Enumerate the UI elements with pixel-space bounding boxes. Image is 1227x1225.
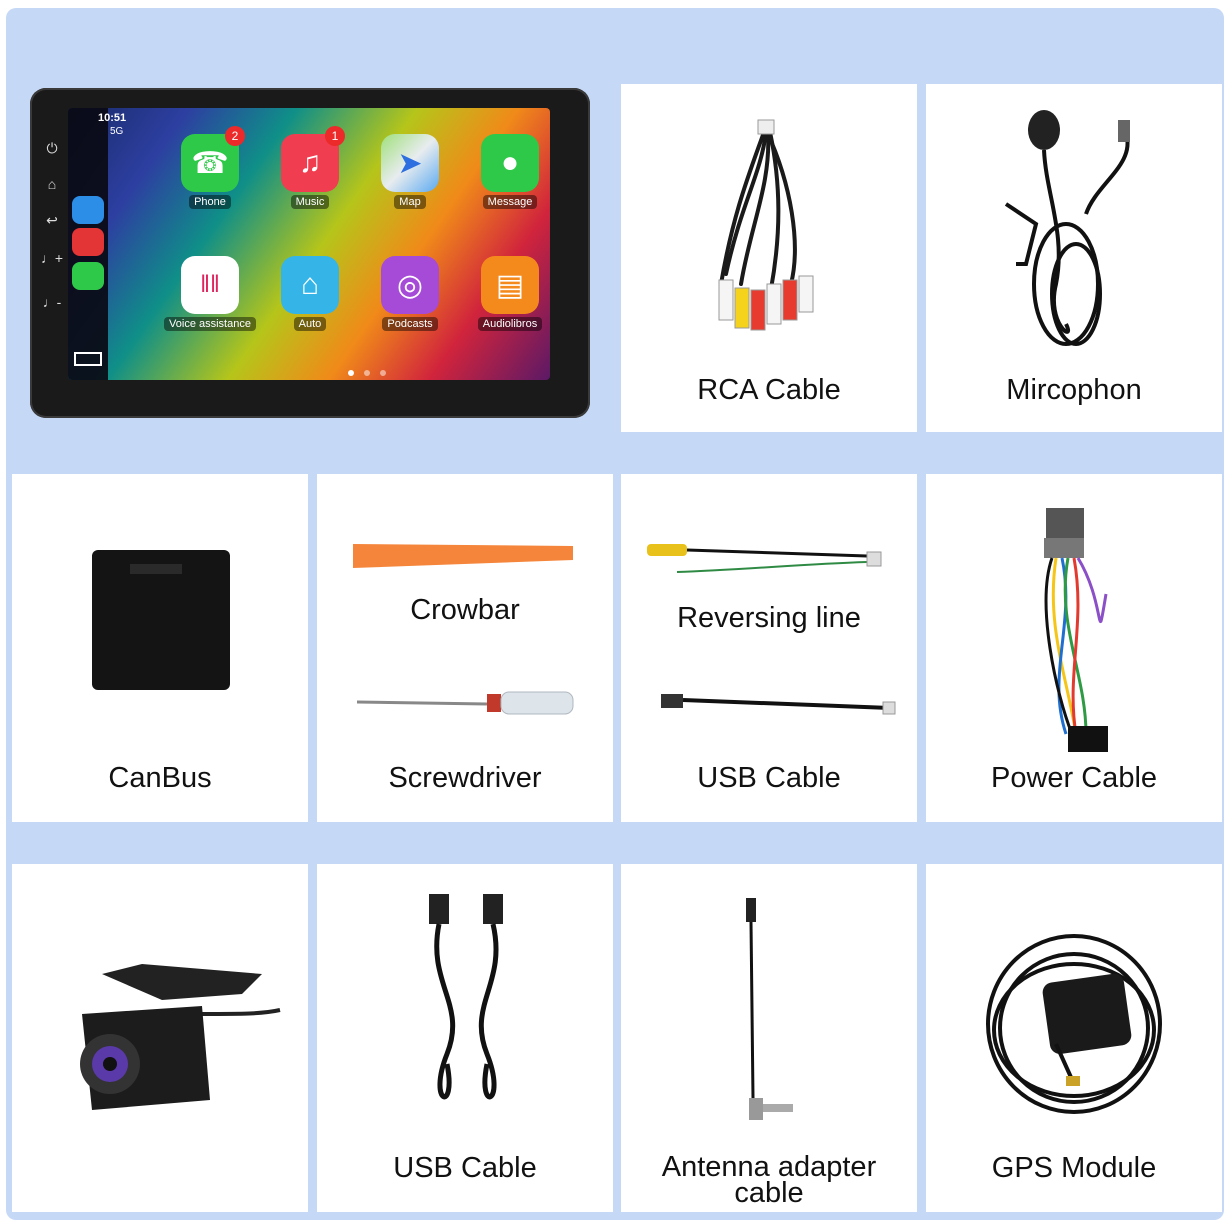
clock: 10:51 <box>98 112 127 124</box>
app-audiolibros: ▤ Audiolibros <box>460 256 550 332</box>
page-dot <box>380 370 386 376</box>
message-icon: ● <box>481 134 539 192</box>
page-dot-active <box>348 370 354 376</box>
item-label: RCA Cable <box>697 374 841 406</box>
home-icon: ⌂ <box>281 256 339 314</box>
app-auto: ⌂ Auto <box>260 256 360 332</box>
app-map: ➤ Map <box>360 134 460 210</box>
book-icon: ▤ <box>481 256 539 314</box>
item-label: Mircophon <box>1006 374 1142 406</box>
app-label: Phone <box>189 195 231 209</box>
back-icon: ↩ <box>46 212 58 228</box>
app-label: Podcasts <box>382 317 438 331</box>
item-card-camera <box>12 864 308 1212</box>
app-label: Map <box>394 195 426 209</box>
carplay-sidebar: 10:51 5G <box>68 108 126 380</box>
app-grid-icon <box>74 352 102 366</box>
map-icon: ➤ <box>381 134 439 192</box>
music-icon: ♫ 1 <box>281 126 345 192</box>
item-card-gps-module: GPS Module <box>926 864 1222 1212</box>
signal-indicator: 5G <box>110 126 124 137</box>
volume-up-icon: ♩+ <box>40 250 64 266</box>
item-label: CanBus <box>108 762 212 794</box>
item-card-rca-cable: RCA Cable <box>621 84 917 432</box>
app-music: ♫ 1 Music <box>260 126 360 210</box>
phone-app-icon <box>72 262 104 290</box>
app-label: Voice assistance <box>164 317 256 331</box>
head-unit-screen: 10:51 5G ☎ 2 Phone ♫ 1 Music ➤ Map ● Messa… <box>68 108 550 380</box>
phone-icon: ☎ 2 <box>181 126 245 192</box>
hardware-buttons: ⏻ ⌂ ↩ ♩+ ♩- <box>38 104 66 394</box>
item-card-tools: Crowbar Screwdriver <box>317 474 613 822</box>
item-card-antenna-adapter: Antenna adapter cable <box>621 864 917 1212</box>
head-unit-image: 10:51 5G ☎ 2 Phone ♫ 1 Music ➤ Map ● Messa… <box>30 88 590 418</box>
item-card-microphone: Mircophon <box>926 84 1222 432</box>
voice-assistance-icon: ‖‖ <box>181 256 239 314</box>
item-label-screwdriver: Screwdriver <box>388 762 542 794</box>
home-button-icon: ⌂ <box>47 176 57 192</box>
app-label: Audiolibros <box>477 317 543 331</box>
volume-down-icon: ♩- <box>42 294 62 310</box>
app-voice-assistance: ‖‖ Voice assistance <box>160 256 260 332</box>
page-dot <box>364 370 370 376</box>
app-label: Auto <box>293 317 327 331</box>
app-message: ● Message <box>460 134 550 210</box>
app-label: Message <box>482 195 538 209</box>
item-label: GPS Module <box>991 1152 1157 1184</box>
podcasts-icon: ◎ <box>381 256 439 314</box>
item-card-canbus: CanBus <box>12 474 308 822</box>
item-card-usb-cable: USB Cable <box>317 864 613 1212</box>
power-icon: ⏻ <box>46 140 58 156</box>
app-phone: ☎ 2 Phone <box>160 126 260 210</box>
item-label-line2: cable <box>734 1177 804 1209</box>
item-label: Power Cable <box>990 762 1158 794</box>
item-label-usb-cable: USB Cable <box>697 762 841 794</box>
navigation-app-icon <box>72 196 104 224</box>
item-label: USB Cable <box>393 1152 537 1184</box>
notification-badge: 2 <box>225 126 245 146</box>
item-label: Antenna adapter cable <box>621 1153 917 1209</box>
app-podcasts: ◎ Podcasts <box>360 256 460 332</box>
notification-badge: 1 <box>325 126 345 146</box>
item-card-cables: Reversing line USB Cable <box>621 474 917 822</box>
app-label: Music <box>290 195 330 209</box>
music-app-icon <box>72 228 104 256</box>
item-card-power-cable: Power Cable <box>926 474 1222 822</box>
backup-camera-image <box>80 964 281 1110</box>
